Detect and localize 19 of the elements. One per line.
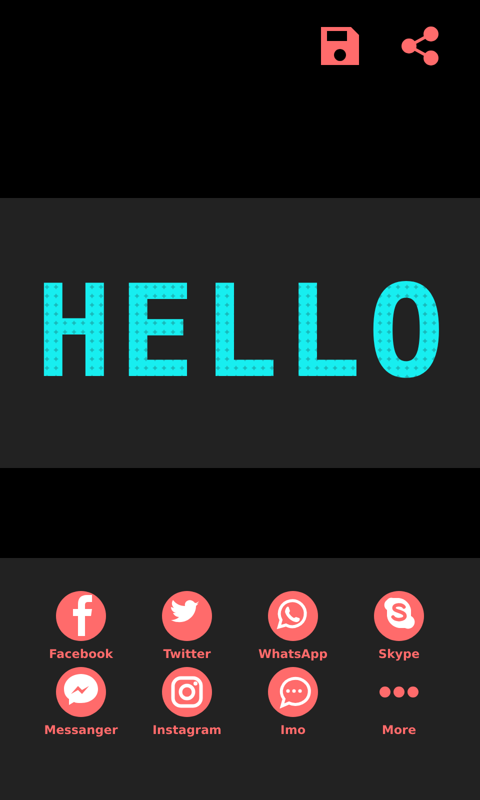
share-label[interactable]: Imo bbox=[280, 723, 306, 737]
app-logo-icon[interactable] bbox=[162, 667, 212, 717]
share-label[interactable]: Twitter bbox=[163, 647, 211, 661]
more-icon[interactable] bbox=[379, 686, 419, 698]
save-icon[interactable] bbox=[319, 25, 361, 67]
share-label[interactable]: Skype bbox=[378, 647, 420, 661]
share-label[interactable]: More bbox=[382, 723, 416, 737]
app-logo-icon[interactable] bbox=[268, 591, 318, 641]
share-label[interactable]: Instagram bbox=[152, 723, 222, 737]
led-display-text: HELLO bbox=[34, 269, 451, 397]
share-label[interactable]: WhatsApp bbox=[258, 647, 328, 661]
app-logo-icon[interactable] bbox=[56, 667, 106, 717]
app-logo-icon[interactable] bbox=[162, 591, 212, 641]
share-label[interactable]: Facebook bbox=[49, 647, 113, 661]
share-label[interactable]: Messanger bbox=[44, 723, 118, 737]
app-logo-icon[interactable] bbox=[268, 667, 318, 717]
share-icon[interactable] bbox=[399, 25, 441, 67]
app-logo-icon[interactable] bbox=[56, 591, 106, 641]
app-logo-icon[interactable] bbox=[374, 591, 424, 641]
